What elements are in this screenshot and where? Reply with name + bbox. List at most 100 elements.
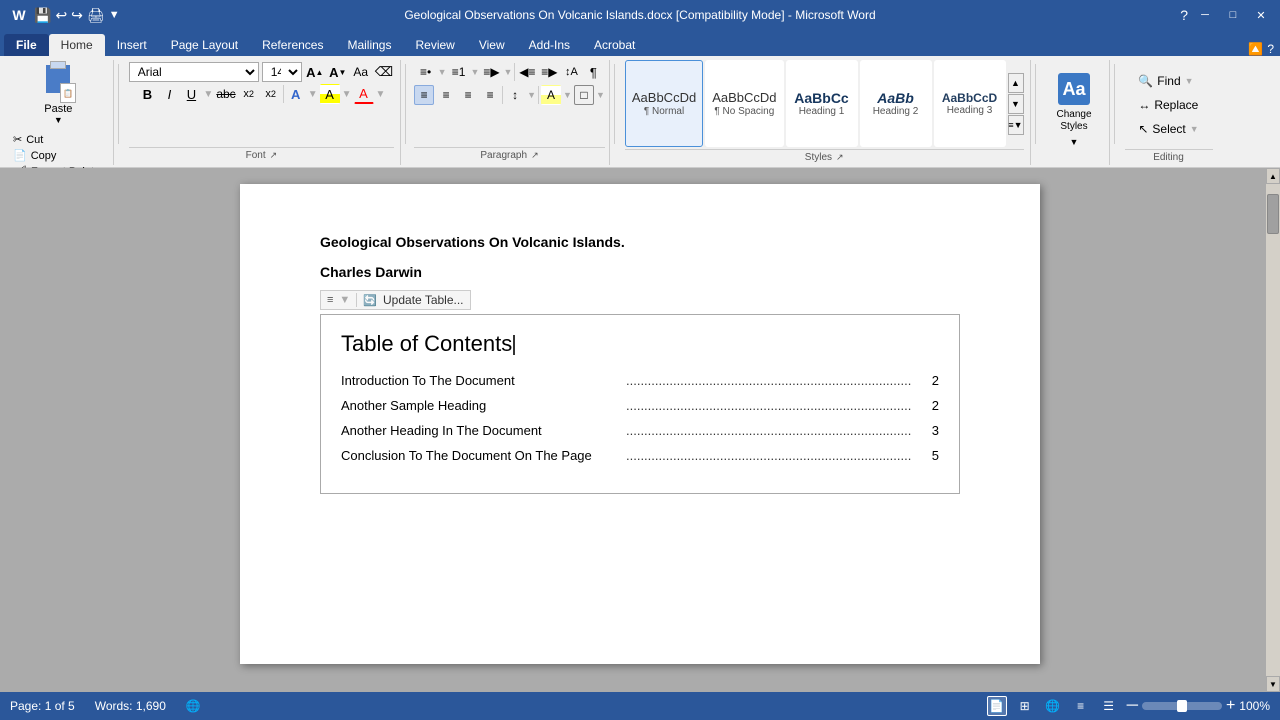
tab-file[interactable]: File (4, 34, 49, 56)
toc-page-2: 2 (919, 398, 939, 413)
web-layout-btn[interactable]: 🌐 (1043, 696, 1063, 716)
numbering-btn[interactable]: ≡1 (449, 62, 469, 82)
text-effects-btn[interactable]: A (286, 84, 306, 104)
full-screen-btn[interactable]: ⊞ (1015, 696, 1035, 716)
zoom-level[interactable]: 100% (1239, 699, 1270, 713)
change-styles-arrow: ▼ (1070, 137, 1079, 147)
copy-btn[interactable]: 📄 Copy (10, 148, 107, 163)
zoom-thumb[interactable] (1177, 700, 1187, 712)
change-styles-btn[interactable]: Aa ChangeStyles ▼ (1047, 60, 1100, 160)
print-layout-btn[interactable]: 📄 (987, 696, 1007, 716)
status-bar: Page: 1 of 5 Words: 1,690 🌐 📄 ⊞ 🌐 ≡ ☰ ─ … (0, 692, 1280, 720)
tab-view[interactable]: View (467, 34, 517, 56)
style-normal[interactable]: AaBbCcDd ¶ Normal (625, 60, 703, 147)
clear-format-btn[interactable]: ⌫ (374, 62, 394, 82)
align-right-btn[interactable]: ≡ (458, 85, 478, 105)
language-indicator[interactable]: 🌐 (186, 699, 201, 713)
zoom-minus-btn[interactable]: ─ (1127, 697, 1138, 715)
draft-view-btn[interactable]: ☰ (1099, 696, 1119, 716)
toc-box[interactable]: Table of Contents Introduction To The Do… (320, 314, 960, 494)
sort-btn[interactable]: ↕A (561, 62, 581, 82)
font-name-select[interactable]: Arial (129, 62, 259, 82)
style-heading2[interactable]: AaBb Heading 2 (860, 60, 932, 147)
paragraph-group: ≡• ▼ ≡1 ▼ ≡▶ ▼ ◀≡ ≡▶ ↕A ¶ ≡ ≡ ≡ ≡ ↕ ▼ A … (410, 60, 610, 165)
style-heading3[interactable]: AaBbCcD Heading 3 (934, 60, 1006, 147)
paste-btn[interactable]: 📋 Paste ▼ (10, 60, 107, 130)
tab-insert[interactable]: Insert (105, 34, 159, 56)
font-expand-btn[interactable]: ↗ (270, 150, 278, 161)
tab-acrobat[interactable]: Acrobat (582, 34, 647, 56)
increase-indent-btn[interactable]: ≡▶ (539, 62, 559, 82)
scroll-thumb[interactable] (1267, 194, 1279, 234)
styles-scroll-down[interactable]: ▼ (1008, 94, 1024, 114)
tab-references[interactable]: References (250, 34, 335, 56)
update-table-btn[interactable]: Update Table... (383, 293, 464, 307)
close-btn[interactable]: ✕ (1250, 7, 1272, 23)
quick-print-btn[interactable]: 🖨 (87, 7, 105, 24)
styles-expand-btn[interactable]: ↗ (836, 152, 844, 163)
tab-review[interactable]: Review (403, 34, 466, 56)
bold-btn[interactable]: B (137, 84, 157, 104)
paragraph-expand-btn[interactable]: ↗ (531, 150, 539, 161)
replace-btn[interactable]: ↔ Replace (1131, 95, 1205, 115)
toc-page-3: 3 (919, 423, 939, 438)
justify-btn[interactable]: ≡ (480, 85, 500, 105)
tab-home[interactable]: Home (49, 34, 105, 56)
toc-text-4: Conclusion To The Document On The Page (341, 448, 624, 463)
redo-quick-btn[interactable]: ↪ (71, 7, 83, 24)
styles-more-btn[interactable]: ≡▼ (1008, 115, 1024, 135)
tab-add-ins[interactable]: Add-Ins (517, 34, 582, 56)
paste-dropdown[interactable]: ▼ (54, 115, 63, 125)
scroll-down-btn[interactable]: ▼ (1266, 676, 1280, 692)
line-spacing-btn[interactable]: ↕ (505, 85, 525, 105)
find-btn[interactable]: 🔍 Find ▼ (1131, 71, 1205, 91)
tab-page-layout[interactable]: Page Layout (159, 34, 250, 56)
select-arrow[interactable]: ▼ (1190, 124, 1199, 134)
ribbon-help-btn[interactable]: ? (1267, 42, 1274, 56)
help-btn[interactable]: ? (1180, 7, 1188, 23)
minimize-btn[interactable]: ─ (1194, 7, 1216, 23)
select-btn[interactable]: ↖ Select ▼ (1131, 119, 1205, 139)
maximize-btn[interactable]: □ (1222, 7, 1244, 23)
toc-toolbar-arrow[interactable]: ▼ (339, 294, 350, 306)
align-center-btn[interactable]: ≡ (436, 85, 456, 105)
grow-font-btn[interactable]: A▲ (305, 62, 325, 82)
decrease-indent-btn[interactable]: ◀≡ (517, 62, 537, 82)
zoom-slider[interactable] (1142, 702, 1222, 710)
subscript-btn[interactable]: x2 (239, 84, 259, 104)
show-para-btn[interactable]: ¶ (583, 62, 603, 82)
font-color-btn[interactable]: A (354, 84, 374, 104)
underline-btn[interactable]: U (181, 84, 201, 104)
shading-btn[interactable]: A (541, 85, 561, 105)
strikethrough-btn[interactable]: abc (215, 84, 236, 104)
zoom-plus-btn[interactable]: + (1226, 697, 1235, 715)
align-left-btn[interactable]: ≡ (414, 85, 434, 105)
outline-view-btn[interactable]: ≡ (1071, 696, 1091, 716)
save-quick-btn[interactable]: 💾 (34, 7, 51, 24)
toc-entry-3: Another Heading In The Document ........… (341, 423, 939, 438)
highlight-btn[interactable]: A (320, 84, 340, 104)
scroll-up-btn[interactable]: ▲ (1266, 168, 1280, 184)
shrink-font-btn[interactable]: A▼ (328, 62, 348, 82)
customize-quick-access-btn[interactable]: ▼ (109, 9, 120, 21)
style-no-spacing[interactable]: AaBbCcDd ¶ No Spacing (705, 60, 783, 147)
cut-btn[interactable]: ✂ Cut (10, 132, 107, 147)
bullets-btn[interactable]: ≡• (416, 62, 436, 82)
multilevel-btn[interactable]: ≡▶ (481, 62, 501, 82)
page-info: Page: 1 of 5 (10, 699, 75, 713)
tab-mailings[interactable]: Mailings (335, 34, 403, 56)
superscript-btn[interactable]: x2 (261, 84, 281, 104)
word-count: Words: 1,690 (95, 699, 166, 713)
sep3 (614, 64, 615, 144)
find-arrow[interactable]: ▼ (1185, 76, 1194, 86)
italic-btn[interactable]: I (159, 84, 179, 104)
font-size-select[interactable]: 14 (262, 62, 302, 82)
style-heading1[interactable]: AaBbCc Heading 1 (786, 60, 858, 147)
vertical-scrollbar[interactable]: ▲ ▼ (1266, 168, 1280, 692)
borders-btn[interactable]: □ (574, 85, 594, 105)
change-styles-label: ChangeStyles (1056, 109, 1091, 133)
undo-quick-btn[interactable]: ↩ (55, 7, 67, 24)
change-case-btn[interactable]: Aa (351, 62, 371, 82)
styles-scroll-up[interactable]: ▲ (1008, 73, 1024, 93)
ribbon-minimize-btn[interactable]: 🔼 (1248, 42, 1263, 56)
